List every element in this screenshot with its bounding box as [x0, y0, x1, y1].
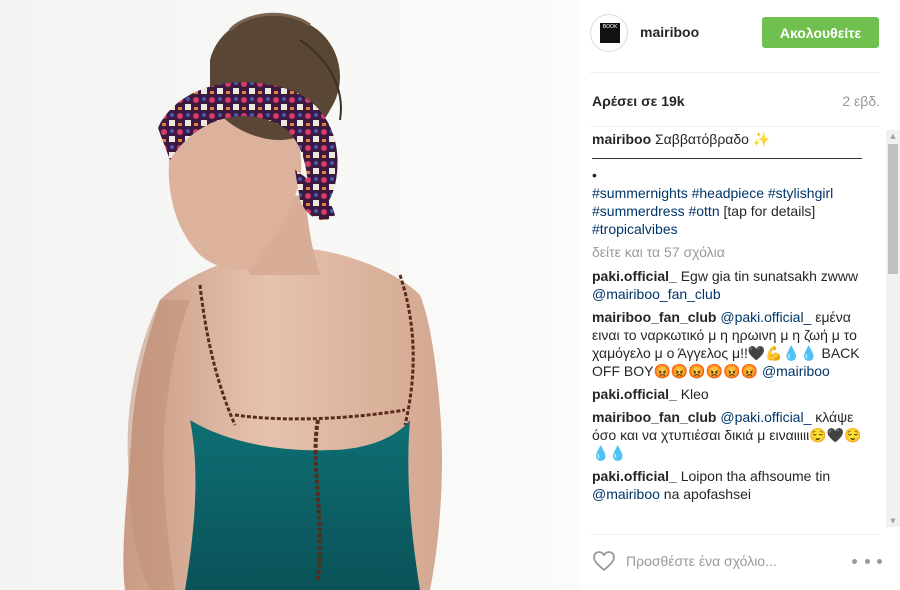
comment-username[interactable]: mairiboo_fan_club [592, 309, 716, 325]
comment-item: mairiboo_fan_club @paki.official_ εμένα … [592, 308, 862, 380]
comment-username[interactable]: paki.official_ [592, 468, 677, 484]
comments-list: mairiboo Σαββατόβραδο ✨ ————————————————… [592, 130, 862, 527]
likes-divider [590, 126, 880, 127]
avatar[interactable]: BOOK [590, 14, 628, 52]
comments-scrollbar[interactable]: ▲ ▼ [886, 130, 900, 527]
caption-hashtags[interactable]: #summernights #headpiece #stylishgirl [592, 185, 833, 201]
caption-hashtags[interactable]: #tropicalvibes [592, 221, 678, 237]
caption: mairiboo Σαββατόβραδο ✨ ————————————————… [592, 130, 862, 238]
more-options-icon[interactable] [852, 552, 882, 570]
comment-item: paki.official_ Loipon tha afhsoume tin @… [592, 467, 862, 503]
post-sidebar: BOOK mairiboo Ακολουθείτε Αρέσει σε 19k … [580, 0, 900, 590]
scroll-thumb[interactable] [888, 144, 898, 274]
comment-text: Egw gia tin sunatsakh zwww [676, 268, 859, 284]
likes-count[interactable]: Αρέσει σε 19k [592, 93, 685, 109]
comment-item: paki.official_ Kleo [592, 385, 862, 403]
comment-text: Loipon tha afhsoume tin [676, 468, 831, 484]
post-header: BOOK mairiboo Ακολουθείτε [580, 0, 900, 72]
view-all-comments[interactable]: δείτε και τα 57 σχόλια [592, 243, 862, 261]
comment-text: na apofashsei [659, 486, 751, 502]
comment-mention[interactable]: @paki.official_ [720, 409, 811, 425]
brand-logo: BOOK [600, 23, 620, 43]
dot [852, 558, 857, 564]
post-time[interactable]: 2 εβδ. [842, 93, 880, 109]
dot [864, 558, 870, 564]
comment-username[interactable]: mairiboo_fan_club [592, 409, 716, 425]
comment-mention[interactable]: @mairiboo [762, 363, 830, 379]
header-username[interactable]: mairiboo [640, 24, 699, 40]
caption-dashes: ————————————————————• [592, 149, 862, 183]
caption-username[interactable]: mairiboo [592, 131, 651, 147]
comment-username[interactable]: paki.official_ [592, 386, 677, 402]
comment-item: mairiboo_fan_club @paki.official_ κλάψε … [592, 408, 862, 462]
comment-text: Kleo [676, 386, 709, 402]
comment-username[interactable]: paki.official_ [592, 268, 677, 284]
caption-hashtags[interactable]: #summerdress #ottn [592, 203, 720, 219]
comment-mention[interactable]: @paki.official_ [720, 309, 811, 325]
comment-mention[interactable]: @mairiboo [592, 486, 660, 502]
likes-row: Αρέσει σε 19k 2 εβδ. [592, 93, 880, 111]
caption-tail: [tap for details] [719, 203, 816, 219]
comment-footer [580, 530, 900, 590]
post-photo [0, 0, 580, 590]
comment-item: paki.official_ Egw gia tin sunatsakh zww… [592, 267, 862, 303]
scroll-up-icon[interactable]: ▲ [886, 130, 900, 142]
header-divider [590, 72, 880, 73]
comment-input[interactable] [626, 550, 836, 572]
follow-button[interactable]: Ακολουθείτε [762, 17, 879, 48]
caption-text: Σαββατόβραδο ✨ [655, 131, 771, 147]
scroll-down-icon[interactable]: ▼ [886, 515, 900, 527]
photo-illustration [0, 0, 580, 590]
dot [877, 558, 882, 564]
heart-icon[interactable] [592, 550, 616, 572]
comment-mention[interactable]: @mairiboo_fan_club [592, 286, 721, 302]
